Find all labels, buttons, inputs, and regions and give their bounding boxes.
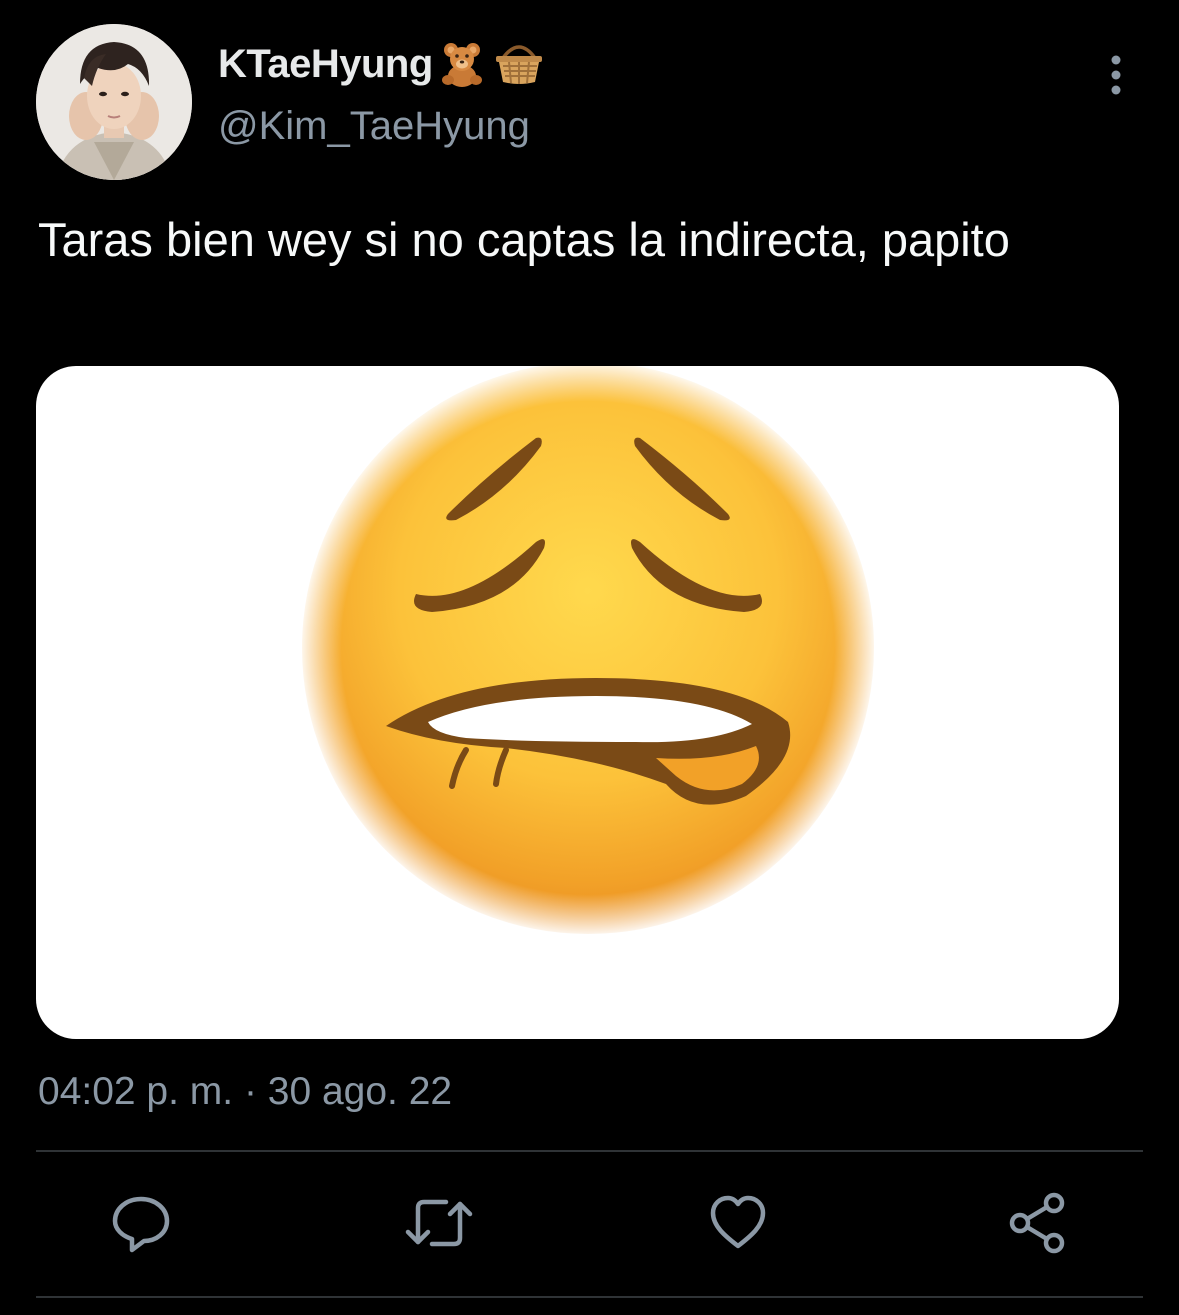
more-options-icon[interactable]: [1096, 54, 1136, 98]
timestamp[interactable]: 04:02 p. m. · 30 ago. 22: [38, 1070, 452, 1114]
divider: [36, 1150, 1143, 1152]
share-icon: [1009, 1192, 1065, 1254]
tweet-media[interactable]: [36, 366, 1119, 1039]
weary-face-biting-lip-emoji-icon: [298, 366, 878, 938]
basket-emoji-icon: [493, 38, 545, 90]
speech-bubble-icon: [112, 1196, 170, 1253]
tweet: KTaeHyung @Kim_TaeHyung Taras bien wey s…: [0, 0, 1179, 1315]
retweet-icon: [405, 1199, 473, 1247]
reply-button[interactable]: [106, 1188, 176, 1258]
divider: [36, 1296, 1143, 1298]
display-name-row[interactable]: KTaeHyung: [218, 38, 545, 90]
handle[interactable]: @Kim_TaeHyung: [218, 104, 530, 149]
share-button[interactable]: [1003, 1188, 1073, 1258]
heart-icon: [710, 1195, 766, 1249]
teddy-bear-emoji-icon: [437, 38, 489, 90]
tweet-text: Taras bien wey si no captas la indirecta…: [38, 213, 1010, 266]
retweet-button[interactable]: [404, 1188, 474, 1258]
profile-photo: [36, 24, 192, 180]
display-name: KTaeHyung: [218, 41, 433, 86]
avatar[interactable]: [36, 24, 192, 180]
like-button[interactable]: [703, 1188, 773, 1258]
